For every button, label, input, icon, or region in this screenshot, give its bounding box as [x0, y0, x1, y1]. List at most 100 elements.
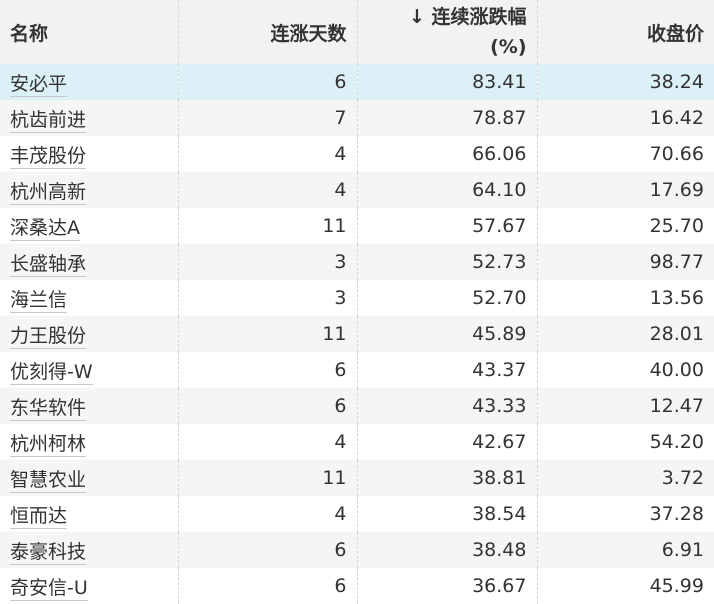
table-header: 名称 连涨天数 ↓ 连续涨跌幅 (%) 收盘价	[0, 0, 714, 64]
cell-name: 优刻得-W	[0, 352, 179, 388]
cell-close: 13.56	[649, 287, 704, 309]
cell-close: 17.69	[649, 179, 704, 201]
cell-days: 6	[178, 64, 358, 100]
column-header-name-label: 名称	[10, 22, 49, 45]
cell-close: 98.77	[649, 251, 704, 273]
stock-name-link[interactable]: 智慧农业	[10, 468, 87, 493]
cell-name: 恒而达	[0, 496, 179, 532]
column-header-close-label: 收盘价	[646, 22, 704, 45]
cell-pct: 45.89	[357, 316, 538, 352]
table-row[interactable]: 长盛轴承 3 52.73 98.77	[0, 244, 714, 280]
table-row[interactable]: 杭州高新 4 64.10 17.69	[0, 172, 714, 208]
table-row[interactable]: 奇安信-U 6 36.67 45.99	[0, 568, 714, 604]
cell-name: 智慧农业	[0, 460, 179, 496]
cell-close: 54.20	[649, 431, 704, 453]
cell-days: 11	[178, 460, 358, 496]
cell-days: 6	[178, 352, 358, 388]
stock-table: 名称 连涨天数 ↓ 连续涨跌幅 (%) 收盘价 安必平 6 83.41 38.24 杭齿…	[0, 0, 714, 604]
stock-name-link[interactable]: 长盛轴承	[10, 252, 87, 277]
stock-name-link[interactable]: 东华软件	[10, 396, 87, 421]
cell-days: 11	[178, 208, 358, 244]
table-row[interactable]: 安必平 6 83.41 38.24	[0, 64, 714, 100]
stock-name-link[interactable]: 杭州高新	[10, 180, 87, 205]
cell-name: 安必平	[0, 64, 179, 100]
cell-name: 长盛轴承	[0, 244, 179, 280]
table-row[interactable]: 海兰信 3 52.70 13.56	[0, 280, 714, 316]
table-row[interactable]: 优刻得-W 6 43.37 40.00	[0, 352, 714, 388]
cell-close: 40.00	[649, 359, 704, 381]
cell-name: 东华软件	[0, 388, 179, 424]
column-header-name[interactable]: 名称	[0, 0, 179, 64]
cell-days: 3	[178, 280, 358, 316]
cell-days: 6	[178, 568, 358, 604]
cell-close: 37.28	[649, 503, 704, 525]
table-row[interactable]: 泰豪科技 6 38.48 6.91	[0, 532, 714, 568]
stock-name-link[interactable]: 优刻得-W	[10, 360, 93, 385]
column-header-days[interactable]: 连涨天数	[178, 0, 358, 64]
cell-name: 深桑达A	[0, 208, 179, 244]
cell-days: 3	[178, 244, 358, 280]
cell-pct: 52.73	[357, 244, 538, 280]
cell-days: 6	[178, 388, 358, 424]
cell-pct: 38.54	[357, 496, 538, 532]
column-header-pct-label: 连续涨跌幅	[431, 6, 527, 28]
table-row[interactable]: 深桑达A 11 57.67 25.70	[0, 208, 714, 244]
cell-days: 4	[178, 496, 358, 532]
header-row: 名称 连涨天数 ↓ 连续涨跌幅 (%) 收盘价	[0, 0, 714, 64]
table-row[interactable]: 丰茂股份 4 66.06 70.66	[0, 136, 714, 172]
column-header-days-label: 连涨天数	[270, 22, 347, 45]
column-header-pct-unit: (%)	[490, 36, 527, 58]
table-body: 安必平 6 83.41 38.24 杭齿前进 7 78.87 16.42 丰茂股份 4 66.06 7…	[0, 64, 714, 604]
stock-name-link[interactable]: 海兰信	[10, 288, 68, 313]
cell-days: 4	[178, 424, 358, 460]
cell-days: 4	[178, 136, 358, 172]
cell-name: 海兰信	[0, 280, 179, 316]
cell-pct: 43.33	[357, 388, 538, 424]
stock-name-link[interactable]: 泰豪科技	[10, 540, 87, 565]
cell-name: 丰茂股份	[0, 136, 179, 172]
cell-name: 杭州柯林	[0, 424, 179, 460]
cell-pct: 36.67	[357, 568, 538, 604]
stock-name-link[interactable]: 安必平	[10, 72, 68, 97]
stock-name-link[interactable]: 杭齿前进	[10, 108, 87, 133]
table-row[interactable]: 杭州柯林 4 42.67 54.20	[0, 424, 714, 460]
table-row[interactable]: 智慧农业 11 38.81 3.72	[0, 460, 714, 496]
column-header-close[interactable]: 收盘价	[537, 0, 714, 64]
cell-pct: 42.67	[357, 424, 538, 460]
cell-close: 6.91	[661, 539, 704, 561]
cell-name: 泰豪科技	[0, 532, 179, 568]
cell-pct: 38.81	[357, 460, 538, 496]
cell-close: 70.66	[649, 143, 704, 165]
cell-days: 6	[178, 532, 358, 568]
stock-name-link[interactable]: 奇安信-U	[10, 576, 88, 601]
cell-close: 3.72	[661, 467, 704, 489]
cell-days: 11	[178, 316, 358, 352]
cell-pct: 57.67	[357, 208, 538, 244]
cell-name: 杭州高新	[0, 172, 179, 208]
cell-name: 力王股份	[0, 316, 179, 352]
column-header-pct-wrap: ↓ 连续涨跌幅 (%)	[409, 2, 527, 62]
cell-close: 28.01	[649, 323, 704, 345]
stock-name-link[interactable]: 深桑达A	[10, 216, 80, 241]
stock-name-link[interactable]: 恒而达	[10, 504, 68, 529]
column-header-pct[interactable]: ↓ 连续涨跌幅 (%)	[357, 0, 538, 64]
cell-pct: 78.87	[357, 100, 538, 136]
cell-pct: 43.37	[357, 352, 538, 388]
cell-name: 杭齿前进	[0, 100, 179, 136]
cell-name: 奇安信-U	[0, 568, 179, 604]
cell-pct: 38.48	[357, 532, 538, 568]
cell-close: 38.24	[649, 71, 704, 93]
cell-pct: 83.41	[357, 64, 538, 100]
cell-pct: 52.70	[357, 280, 538, 316]
table-row[interactable]: 恒而达 4 38.54 37.28	[0, 496, 714, 532]
stock-name-link[interactable]: 丰茂股份	[10, 144, 87, 169]
cell-pct: 64.10	[357, 172, 538, 208]
cell-days: 4	[178, 172, 358, 208]
cell-pct: 66.06	[357, 136, 538, 172]
stock-name-link[interactable]: 力王股份	[10, 324, 87, 349]
table-row[interactable]: 东华软件 6 43.33 12.47	[0, 388, 714, 424]
table-row[interactable]: 力王股份 11 45.89 28.01	[0, 316, 714, 352]
table-row[interactable]: 杭齿前进 7 78.87 16.42	[0, 100, 714, 136]
cell-days: 7	[178, 100, 358, 136]
stock-name-link[interactable]: 杭州柯林	[10, 432, 87, 457]
